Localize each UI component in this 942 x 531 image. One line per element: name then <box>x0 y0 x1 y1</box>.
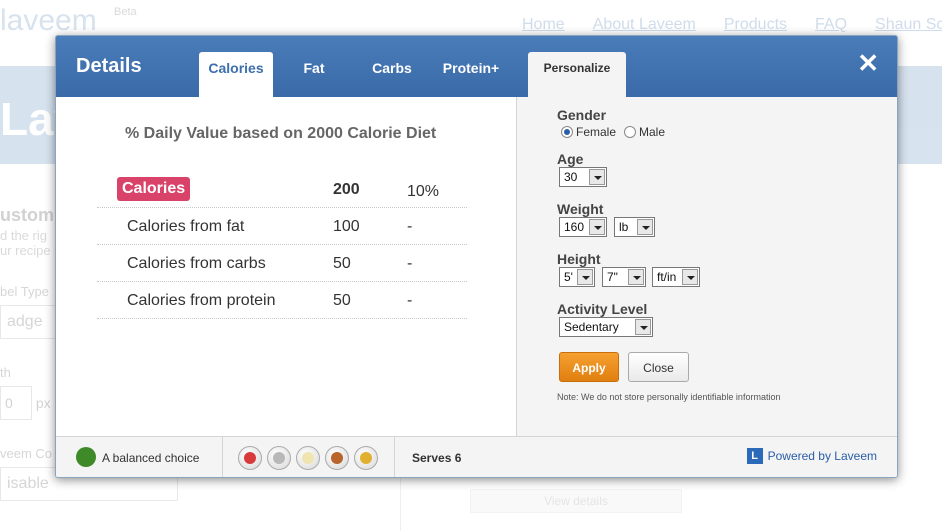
powered-by-text: Powered by Laveem <box>767 449 877 463</box>
activity-select[interactable]: Sedentary <box>559 317 653 337</box>
details-modal: Details Calories Fat Carbs Protein+ Pers… <box>55 35 898 478</box>
chevron-down-icon <box>628 269 644 285</box>
close-button[interactable]: Close <box>628 352 689 382</box>
row-name: Calories from fat <box>127 218 245 235</box>
height-label: Height <box>557 251 601 267</box>
chevron-down-icon <box>635 319 651 335</box>
bg-nav-about: About Laveem <box>592 16 696 33</box>
serves-count: Serves 6 <box>412 451 462 465</box>
fruit-icon <box>238 446 262 470</box>
weight-unit-value: lb <box>619 220 629 234</box>
height-inches-value: 7" <box>607 270 618 284</box>
egg-icon <box>296 446 320 470</box>
row-amount: 100 <box>333 218 360 235</box>
male-radio[interactable] <box>624 126 637 138</box>
weight-value: 160 <box>564 220 585 234</box>
bg-beta-label: Beta <box>114 6 137 18</box>
female-radio[interactable] <box>561 126 573 138</box>
meat-icon-fill <box>331 452 343 464</box>
row-amount: 50 <box>333 292 351 309</box>
height-unit-value: ft/in <box>657 270 677 284</box>
daily-value-heading: % Daily Value based on 2000 Calorie Diet <box>125 125 437 142</box>
gender-label: Gender <box>557 107 607 123</box>
modal-header: Details Calories Fat Carbs Protein+ Pers… <box>56 36 897 97</box>
chevron-down-icon <box>637 219 653 235</box>
row-name: Calories from protein <box>127 292 276 309</box>
bg-view-details: View details <box>470 489 682 513</box>
laveem-logo-icon: L <box>746 448 763 464</box>
weight-label: Weight <box>557 201 604 217</box>
table-row: Calories 200 10% <box>97 171 467 208</box>
modal-title: Details <box>76 55 142 77</box>
privacy-note: Note: We do not store personally identif… <box>557 392 781 402</box>
tab-protein[interactable]: Protein+ <box>434 52 508 97</box>
footer-divider <box>222 437 223 477</box>
bg-nav-home: Home <box>522 16 565 33</box>
balanced-label: A balanced choice <box>102 451 200 465</box>
chevron-down-icon <box>589 169 605 185</box>
bg-nav: Home About Laveem Products FAQ Shaun Sc <box>522 16 942 34</box>
tab-calories[interactable]: Calories <box>199 52 273 97</box>
height-unit-select[interactable]: ft/in <box>652 267 700 287</box>
close-icon[interactable]: ✕ <box>857 50 879 76</box>
table-row: Calories from carbs 50 - <box>97 245 467 282</box>
row-percent: - <box>407 292 413 309</box>
activity-value: Sedentary <box>564 320 619 334</box>
bg-nav-user: Shaun Sc <box>875 16 942 33</box>
weight-unit-select[interactable]: lb <box>614 217 655 237</box>
row-amount: 200 <box>333 181 360 198</box>
tab-personalize[interactable]: Personalize <box>528 52 626 97</box>
apply-button[interactable]: Apply <box>559 352 619 382</box>
height-feet-value: 5' <box>564 270 573 284</box>
dairy-icon-fill <box>273 452 285 464</box>
row-name: Calories from carbs <box>127 255 266 272</box>
age-value: 30 <box>564 170 578 184</box>
bg-nav-products: Products <box>723 16 788 33</box>
bg-width-field: 0 <box>0 386 32 420</box>
bg-logo: laveem <box>0 4 97 37</box>
calories-badge: Calories <box>117 177 191 201</box>
row-percent: - <box>407 218 413 235</box>
chevron-down-icon <box>682 269 698 285</box>
age-label: Age <box>557 151 584 167</box>
activity-label: Activity Level <box>557 301 648 317</box>
grain-icon-fill <box>360 452 372 464</box>
gender-options: Female Male <box>561 125 673 139</box>
tab-carbs[interactable]: Carbs <box>358 52 426 97</box>
modal-footer: A balanced choice Serves 6 L Powered by … <box>56 436 897 477</box>
row-amount: 50 <box>333 255 351 272</box>
personalize-panel: Gender Female Male Age 30 Weight 160 lb … <box>516 97 897 436</box>
nutrition-panel: % Daily Value based on 2000 Calorie Diet… <box>56 97 516 436</box>
table-row: Calories from fat 100 - <box>97 208 467 245</box>
table-row: Calories from protein 50 - <box>97 282 467 319</box>
female-label: Female <box>576 125 617 139</box>
row-percent: 10% <box>407 183 440 200</box>
egg-icon-fill <box>302 452 314 464</box>
meat-icon <box>325 446 349 470</box>
powered-by-link[interactable]: L Powered by Laveem <box>746 448 877 464</box>
chevron-down-icon <box>577 269 593 285</box>
height-feet-select[interactable]: 5' <box>559 267 595 287</box>
dairy-icon <box>267 446 291 470</box>
tab-fat[interactable]: Fat <box>284 52 344 97</box>
male-label: Male <box>639 125 666 139</box>
chevron-down-icon <box>589 219 605 235</box>
height-inches-select[interactable]: 7" <box>602 267 646 287</box>
bg-nav-faq: FAQ <box>815 16 848 33</box>
row-percent: - <box>407 255 413 272</box>
footer-divider <box>394 437 395 477</box>
fruit-icon-fill <box>244 452 256 464</box>
nutrition-table: Calories 200 10% Calories from fat 100 -… <box>97 171 467 319</box>
bg-px-unit: px <box>35 395 51 411</box>
weight-select[interactable]: 160 <box>559 217 607 237</box>
age-select[interactable]: 30 <box>559 167 607 187</box>
grain-icon <box>354 446 378 470</box>
balanced-indicator-icon <box>76 447 96 467</box>
